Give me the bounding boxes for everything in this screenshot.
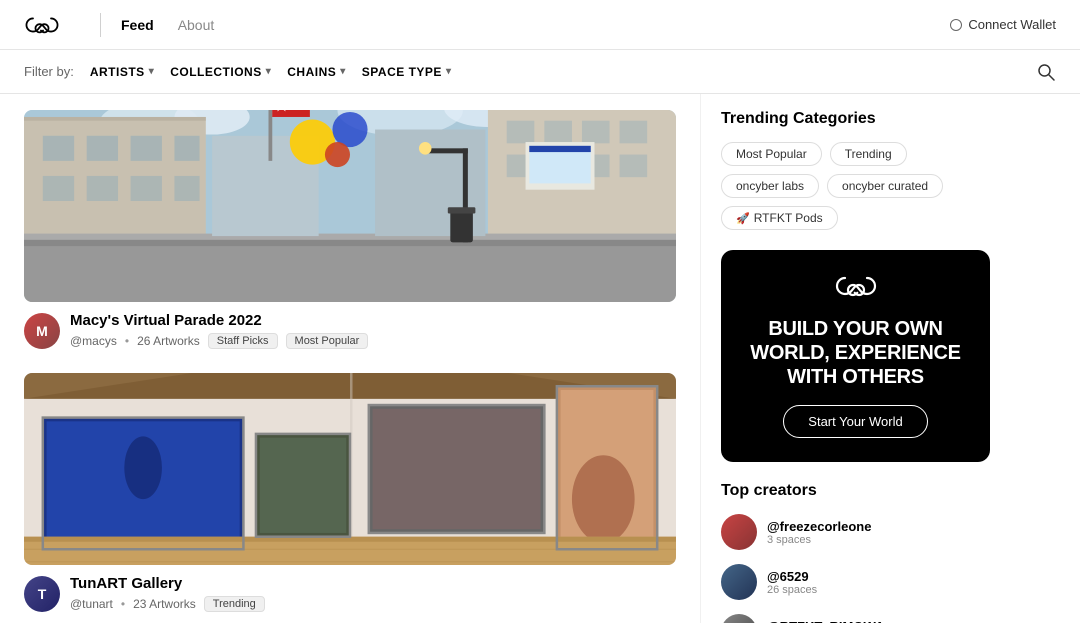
build-world-logo-icon: [834, 274, 878, 298]
connect-wallet-label: Connect Wallet: [968, 17, 1056, 32]
card-avatar-macys: M: [24, 313, 60, 349]
card-info-tunart: T TunART Gallery @tunart • 23 Artworks T…: [24, 575, 676, 612]
card-avatar-tunart: T: [24, 576, 60, 612]
build-world-logo: [834, 274, 878, 303]
main-content: ★: [0, 94, 1080, 623]
creator-avatar-1: [721, 514, 757, 550]
card-tag-trending[interactable]: Trending: [204, 596, 265, 612]
card-author-macys[interactable]: @macys: [70, 334, 117, 348]
trending-categories-title: Trending Categories: [721, 110, 990, 128]
tag-rtfkt-label: RTFKT Pods: [754, 211, 823, 225]
nav-about[interactable]: About: [178, 17, 215, 33]
card-artworks-macys: 26 Artworks: [137, 334, 200, 348]
filter-chains-label: CHAINS: [287, 65, 336, 79]
collections-chevron-icon: ▾: [266, 66, 272, 77]
card-tag-staff-picks[interactable]: Staff Picks: [208, 333, 278, 349]
build-world-card: BUILD YOUR OWN WORLD, EXPERIENCE WITH OT…: [721, 250, 990, 462]
filter-space-type-button[interactable]: SPACE TYPE ▾: [362, 65, 452, 79]
card-dot-1: •: [125, 334, 129, 348]
filter-collections-label: COLLECTIONS: [170, 65, 262, 79]
search-icon: [1036, 62, 1056, 82]
tag-oncyber-curated[interactable]: oncyber curated: [827, 174, 943, 198]
card-info-macys: M Macy's Virtual Parade 2022 @macys • 26…: [24, 312, 676, 349]
gallery-scene-illustration: [24, 373, 676, 565]
card-image-macys[interactable]: ★: [24, 110, 676, 302]
nav-feed[interactable]: Feed: [121, 17, 154, 33]
creator-info-1: @freezecorleone 3 spaces: [767, 519, 990, 546]
trending-tags: Most Popular Trending oncyber labs oncyb…: [721, 142, 990, 230]
header-divider: [100, 13, 101, 37]
feed-card-tunart: T TunART Gallery @tunart • 23 Artworks T…: [24, 373, 676, 612]
avatar-macys-inner: M: [24, 313, 60, 349]
svg-text:★: ★: [275, 110, 289, 115]
filter-artists-label: ARTISTS: [90, 65, 145, 79]
creator-avatar-2: [721, 564, 757, 600]
feed-column: ★: [0, 94, 700, 623]
creator-info-2: @6529 26 spaces: [767, 569, 990, 596]
filter-chains-button[interactable]: CHAINS ▾: [287, 65, 346, 79]
wallet-circle-icon: [950, 19, 962, 31]
creator-item-1: @freezecorleone 3 spaces: [721, 514, 990, 550]
creator-spaces-2: 26 spaces: [767, 584, 990, 596]
app-header: Feed About Connect Wallet: [0, 0, 1080, 50]
card-title-tunart[interactable]: TunART Gallery: [70, 575, 676, 592]
card-details-macys: Macy's Virtual Parade 2022 @macys • 26 A…: [70, 312, 676, 349]
card-details-tunart: TunART Gallery @tunart • 23 Artworks Tre…: [70, 575, 676, 612]
tag-trending[interactable]: Trending: [830, 142, 907, 166]
tag-oncyber-labs[interactable]: oncyber labs: [721, 174, 819, 198]
card-meta-macys: @macys • 26 Artworks Staff Picks Most Po…: [70, 333, 676, 349]
filter-bar: Filter by: ARTISTS ▾ COLLECTIONS ▾ CHAIN…: [0, 50, 1080, 94]
top-creators-title: Top creators: [721, 482, 990, 500]
card-dot-2: •: [121, 597, 125, 611]
filter-artists-button[interactable]: ARTISTS ▾: [90, 65, 154, 79]
header-right: Connect Wallet: [950, 17, 1056, 32]
card-title-macys[interactable]: Macy's Virtual Parade 2022: [70, 312, 676, 329]
logo-icon: [24, 15, 60, 35]
rtfkt-icon: 🚀: [736, 212, 750, 225]
creator-info-3: @RTFKTxRIMOWA 2 spaces: [767, 619, 990, 623]
creator-spaces-1: 3 spaces: [767, 534, 990, 546]
creator-name-2[interactable]: @6529: [767, 569, 990, 584]
card-author-tunart[interactable]: @tunart: [70, 597, 113, 611]
start-your-world-button[interactable]: Start Your World: [783, 405, 927, 438]
feed-card-macys: ★: [24, 110, 676, 349]
card-artworks-tunart: 23 Artworks: [133, 597, 196, 611]
creator-avatar-3: [721, 614, 757, 623]
sidebar: Trending Categories Most Popular Trendin…: [700, 94, 1010, 623]
search-area: [1036, 62, 1056, 82]
tag-most-popular[interactable]: Most Popular: [721, 142, 822, 166]
filter-by-label: Filter by:: [24, 64, 74, 79]
search-button[interactable]: [1036, 62, 1056, 82]
card-meta-tunart: @tunart • 23 Artworks Trending: [70, 596, 676, 612]
filter-space-type-label: SPACE TYPE: [362, 65, 442, 79]
card-tag-most-popular[interactable]: Most Popular: [286, 333, 369, 349]
filter-collections-button[interactable]: COLLECTIONS ▾: [170, 65, 271, 79]
logo[interactable]: [24, 15, 60, 35]
street-scene-illustration: ★: [24, 110, 676, 302]
creator-name-1[interactable]: @freezecorleone: [767, 519, 990, 534]
connect-wallet-button[interactable]: Connect Wallet: [950, 17, 1056, 32]
space-type-chevron-icon: ▾: [446, 66, 452, 77]
chains-chevron-icon: ▾: [340, 66, 346, 77]
top-creators-list: @freezecorleone 3 spaces @6529 26 spaces…: [721, 514, 990, 623]
main-nav: Feed About: [121, 17, 214, 33]
creator-name-3[interactable]: @RTFKTxRIMOWA: [767, 619, 990, 623]
tag-rtfkt-pods[interactable]: 🚀 RTFKT Pods: [721, 206, 838, 230]
creator-item-3: @RTFKTxRIMOWA 2 spaces: [721, 614, 990, 623]
creator-item-2: @6529 26 spaces: [721, 564, 990, 600]
card-image-tunart[interactable]: [24, 373, 676, 565]
artists-chevron-icon: ▾: [149, 66, 155, 77]
build-world-title: BUILD YOUR OWN WORLD, EXPERIENCE WITH OT…: [741, 317, 970, 389]
avatar-tunart-inner: T: [24, 576, 60, 612]
